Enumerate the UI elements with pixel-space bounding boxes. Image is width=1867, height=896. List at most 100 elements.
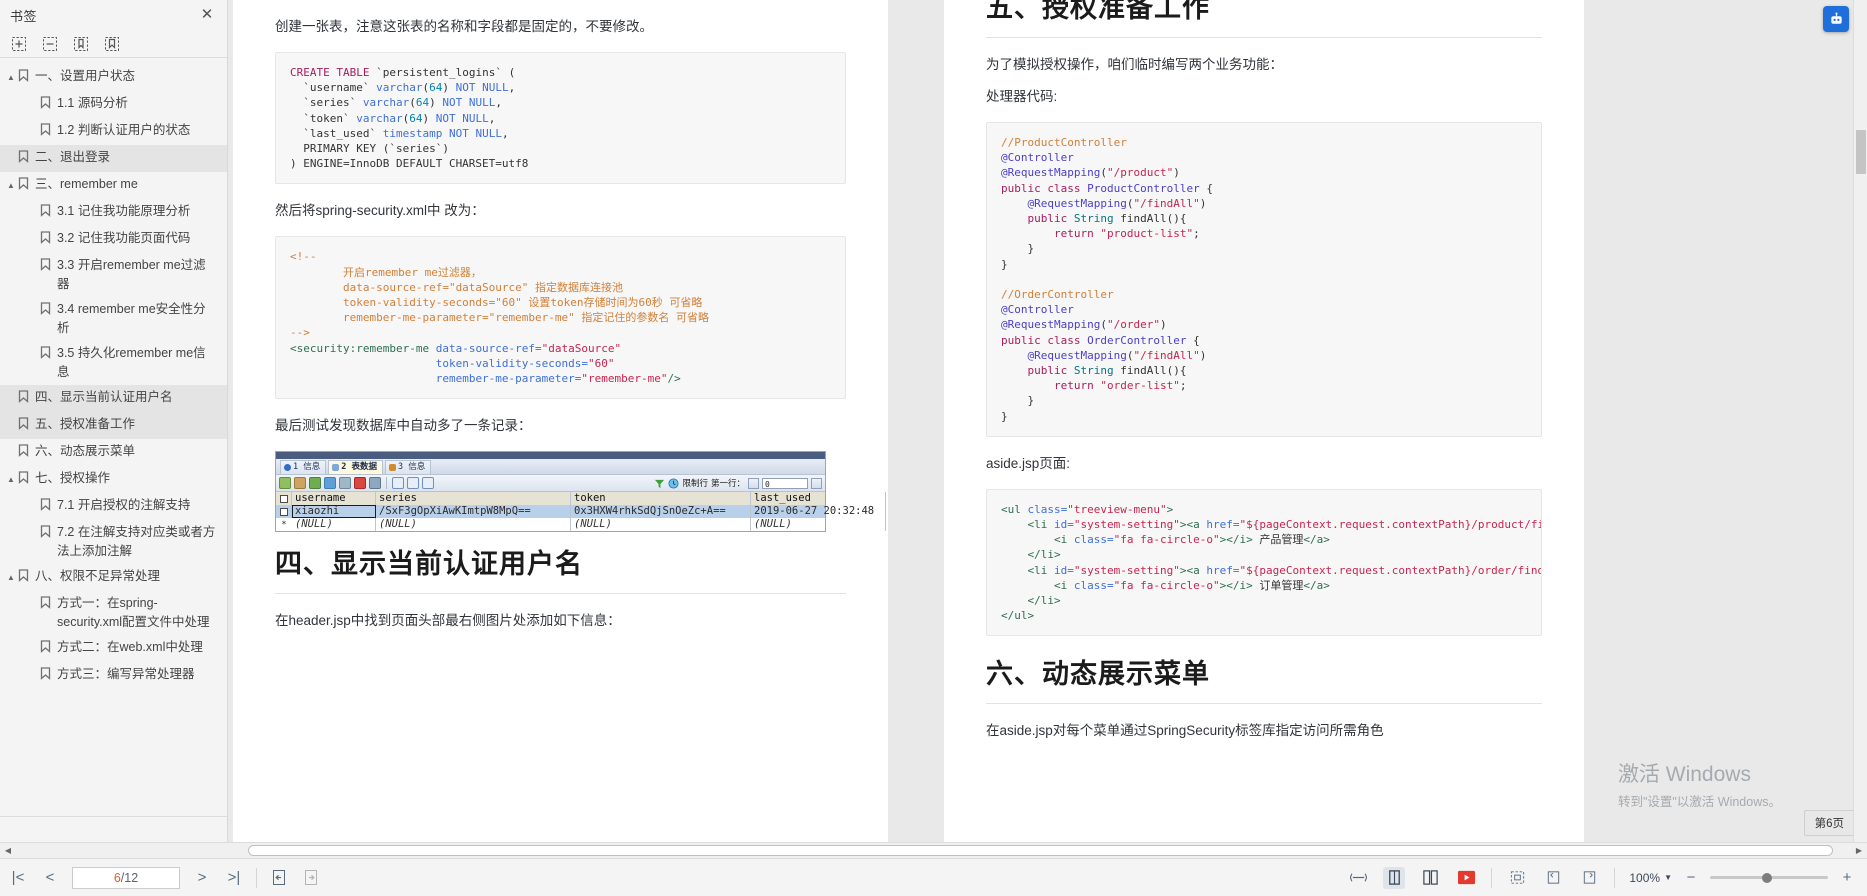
db-column-header: series [376, 492, 571, 506]
zoom-value-text: 100% [1629, 870, 1661, 885]
page-current: 6 [113, 870, 121, 885]
vertical-scrollbar-thumb[interactable] [1856, 130, 1866, 174]
last-page-button[interactable]: >| [224, 867, 244, 889]
chevron-down-icon[interactable]: ▼ [1664, 873, 1672, 882]
clock-icon [668, 478, 680, 489]
bookmark-item[interactable]: ▲二、退出登录 [0, 145, 227, 172]
first-page-button[interactable]: |< [8, 867, 28, 889]
bookmark-label: 方式二：在web.xml中处理 [57, 640, 203, 654]
zoom-out-button[interactable]: − [1681, 867, 1701, 889]
bookmark-icon [40, 638, 57, 659]
expand-collapse-icon[interactable]: ▲ [4, 567, 18, 587]
bookmark-item[interactable]: ▲3.2 记住我功能页面代码 [0, 226, 227, 253]
bookmark-icon [40, 344, 57, 365]
bookmark-icon [18, 442, 35, 463]
bookmark-item[interactable]: ▲方式二：在web.xml中处理 [0, 635, 227, 662]
db-tab-icon [389, 464, 396, 472]
document-view[interactable]: 创建一张表，注意这张表的名称和字段都是固定的，不要修改。 CREATE TABL… [228, 0, 1867, 842]
rotate-right-icon[interactable] [1578, 867, 1600, 889]
zoom-slider-handle[interactable] [1762, 872, 1772, 883]
bookmarks-sidebar: 书签 ✕ ▲一、设置用户状态▲1.1 源码分析▲1.2 判断认证用户的状态▲二、… [0, 0, 228, 842]
db-grid: username series token last_used xiaozhi/SxF3… [276, 492, 886, 532]
fit-width-icon[interactable] [1347, 867, 1369, 889]
bookmark-item[interactable]: ▲ 三、remember me [0, 172, 227, 199]
rotate-left-icon[interactable] [1542, 867, 1564, 889]
zoom-in-button[interactable]: + [1837, 867, 1857, 889]
bookmark-label: 1.1 源码分析 [57, 96, 128, 110]
db-delete-icon [354, 477, 366, 490]
bookmark-label: 四、显示当前认证用户名 [35, 390, 173, 404]
paragraph-modify-xml: 然后将spring-security.xml中 改为： [275, 203, 485, 219]
sidebar-toolbar [0, 30, 227, 58]
bookmark-label: 3.2 记住我功能页面代码 [57, 231, 191, 245]
db-new-row-marker: * [281, 519, 287, 530]
prev-page-button[interactable]: < [40, 867, 60, 889]
navigate-forward-button[interactable] [301, 867, 321, 889]
bookmark-item[interactable]: ▲ 七、授权操作 [0, 466, 227, 493]
horizontal-scrollbar-thumb[interactable] [248, 845, 1833, 856]
horizontal-scrollbar[interactable]: ◀ ▶ [0, 842, 1867, 858]
code-block-controllers: //ProductController @Controller @Request… [986, 122, 1542, 437]
db-prev-row-icon [748, 477, 759, 489]
zoom-slider[interactable] [1710, 872, 1828, 883]
close-icon[interactable]: ✕ [199, 7, 215, 23]
pages-container: 创建一张表，注意这张表的名称和字段都是固定的，不要修改。 CREATE TABL… [228, 0, 1867, 842]
bookmark-item[interactable]: ▲3.1 记住我功能原理分析 [0, 199, 227, 226]
expand-collapse-icon[interactable]: ▲ [4, 469, 18, 489]
ai-assistant-button[interactable] [1823, 6, 1849, 32]
collapse-all-icon[interactable] [39, 33, 60, 54]
db-save-icon [339, 477, 351, 490]
bookmark-list[interactable]: ▲一、设置用户状态▲1.1 源码分析▲1.2 判断认证用户的状态▲二、退出登录▲… [0, 58, 227, 816]
paragraph-controller-code: 处理器代码: [986, 89, 1058, 104]
scroll-right-icon[interactable]: ▶ [1851, 846, 1867, 855]
zoom-level[interactable]: 100% ▼ [1629, 871, 1672, 885]
db-new-record-icon [279, 477, 291, 490]
expand-collapse-icon[interactable]: ▲ [4, 175, 18, 195]
expand-all-icon[interactable] [8, 33, 29, 54]
bookmark-label: 7.1 开启授权的注解支持 [57, 498, 191, 512]
bookmark-item[interactable]: ▲1.2 判断认证用户的状态 [0, 118, 227, 145]
db-tab-label: 1 信息 [293, 462, 321, 473]
bookmark-item[interactable]: ▲1.1 源码分析 [0, 91, 227, 118]
db-cell: (NULL) [376, 518, 571, 532]
db-tab: 1 信息 [280, 460, 327, 475]
bookmark-item[interactable]: ▲四、显示当前认证用户名 [0, 385, 227, 412]
snapshot-icon[interactable] [1506, 867, 1528, 889]
bookmark-label: 1.2 判断认证用户的状态 [57, 123, 191, 137]
two-page-icon[interactable] [1419, 867, 1441, 889]
next-page-button[interactable]: > [192, 867, 212, 889]
code-block-create-table: CREATE TABLE `persistent_logins` ( `user… [275, 52, 846, 185]
paragraph-simulate-auth: 为了模拟授权操作，咱们临时编写两个业务功能： [986, 57, 1283, 72]
db-toolbar: 限制行 第一行： 0 [276, 475, 825, 493]
bookmark-icon [18, 415, 35, 436]
bookmark-icon [40, 523, 57, 544]
bookmark-item[interactable]: ▲六、动态展示菜单 [0, 439, 227, 466]
db-add-icon [309, 477, 321, 490]
bookmark-label: 3.5 持久化remember me信息 [57, 346, 206, 379]
bookmark-item[interactable]: ▲3.3 开启remember me过滤器 [0, 253, 227, 297]
bookmark-item[interactable]: ▲方式三：编写异常处理器 [0, 662, 227, 689]
bookmark-item[interactable]: ▲五、授权准备工作 [0, 412, 227, 439]
presentation-icon[interactable] [1455, 867, 1477, 889]
scroll-left-icon[interactable]: ◀ [0, 846, 16, 855]
sidebar-footer [0, 816, 227, 842]
bookmark-item[interactable]: ▲方式一：在spring-security.xml配置文件中处理 [0, 591, 227, 635]
bookmark-item[interactable]: ▲3.4 remember me安全性分析 [0, 297, 227, 341]
bookmark-item[interactable]: ▲ 八、权限不足异常处理 [0, 564, 227, 591]
page-number-input[interactable]: 6/12 [72, 866, 180, 889]
bookmark-item[interactable]: ▲7.2 在注解支持对应类或者方法上添加注解 [0, 520, 227, 564]
expand-collapse-icon[interactable]: ▲ [4, 67, 18, 87]
bookmark-item[interactable]: ▲ 一、设置用户状态 [0, 64, 227, 91]
add-bookmark-icon[interactable] [70, 33, 91, 54]
bookmark-item[interactable]: ▲7.1 开启授权的注解支持 [0, 493, 227, 520]
vertical-scrollbar[interactable] [1853, 0, 1867, 842]
heading-auth-prep: 五、授权准备工作 [986, 0, 1542, 38]
remove-bookmark-icon[interactable] [101, 33, 122, 54]
bookmark-icon [40, 202, 57, 223]
navigate-back-button[interactable] [269, 867, 289, 889]
single-page-icon[interactable] [1383, 866, 1406, 889]
bookmark-item[interactable]: ▲3.5 持久化remember me信息 [0, 341, 227, 385]
db-select-all-checkbox [276, 492, 292, 506]
db-cell: (NULL) [571, 518, 751, 532]
bookmark-label: 3.3 开启remember me过滤器 [57, 258, 206, 291]
